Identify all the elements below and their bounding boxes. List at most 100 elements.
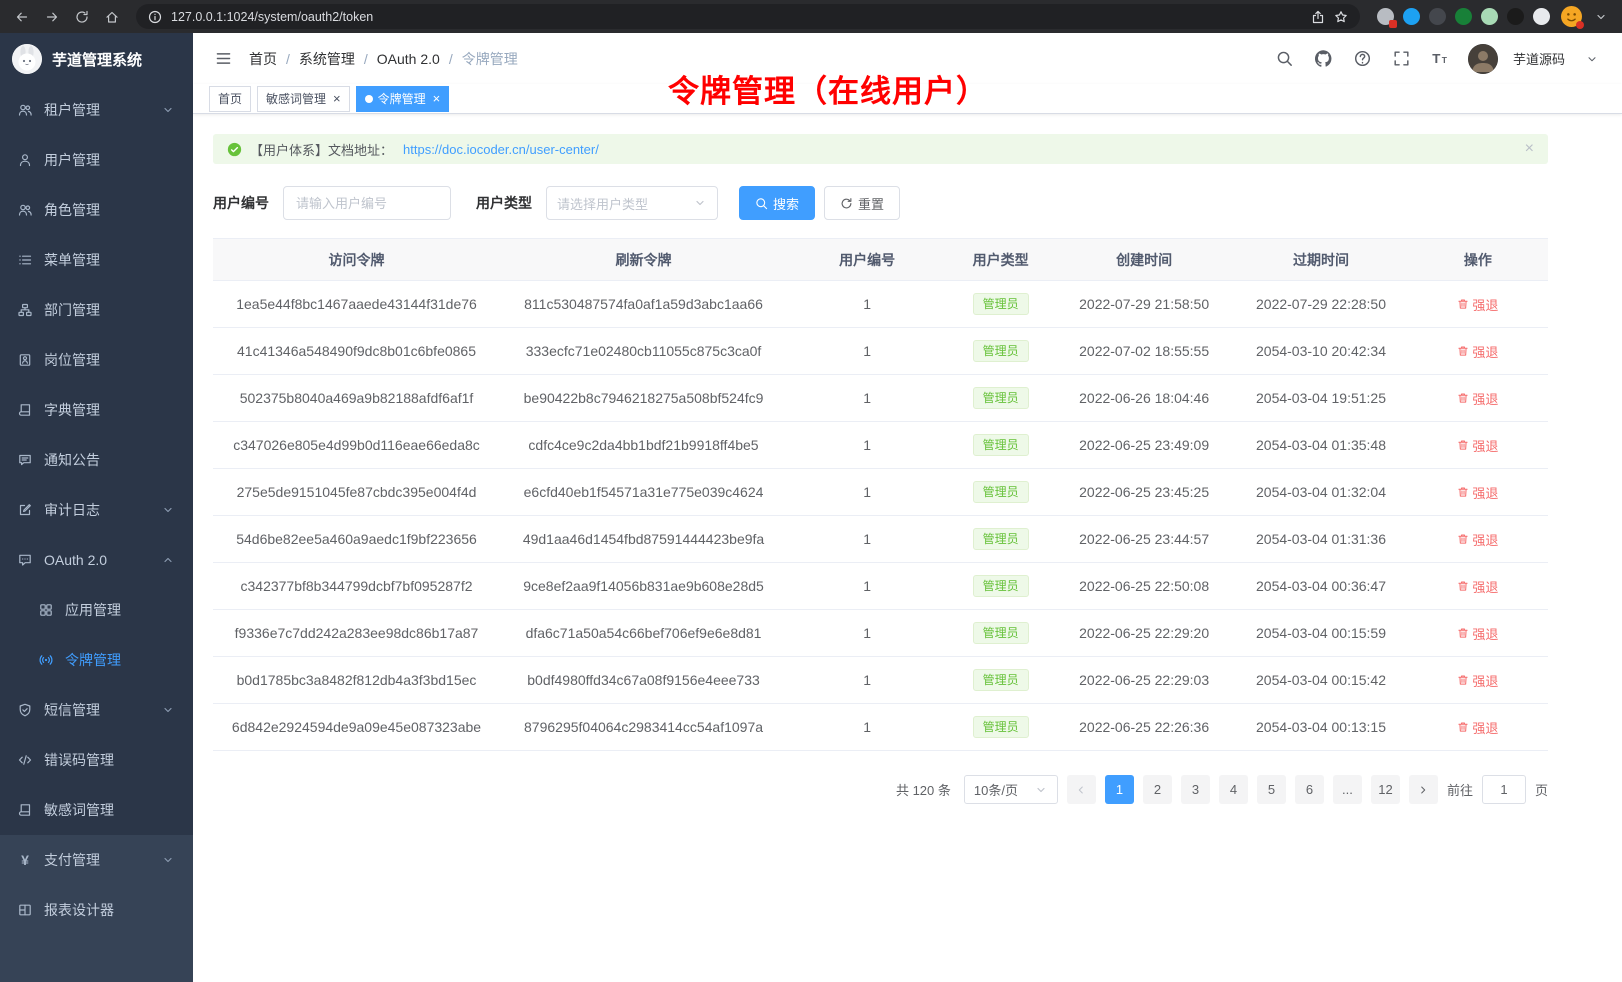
search-button[interactable]: 搜索: [739, 186, 815, 220]
user-type-tag: 管理员: [973, 340, 1029, 362]
tab-close-icon[interactable]: ×: [433, 92, 441, 105]
expires-at-cell: 2054-03-04 01:31:36: [1234, 516, 1408, 563]
browser-menu-caret-icon[interactable]: [1589, 5, 1612, 28]
alert-link[interactable]: https://doc.iocoder.cn/user-center/: [403, 142, 599, 157]
force-logout-button[interactable]: 强退: [1457, 671, 1498, 690]
extension-icon[interactable]: [1377, 8, 1394, 25]
sidebar-item-9[interactable]: OAuth 2.0: [0, 535, 193, 585]
sidebar-item-label: 用户管理: [44, 150, 100, 170]
fullscreen-icon[interactable]: [1390, 47, 1414, 71]
extension-icon[interactable]: [1403, 8, 1420, 25]
collapse-sidebar-icon[interactable]: [211, 47, 235, 71]
help-icon[interactable]: [1351, 47, 1375, 71]
extension-icon[interactable]: [1455, 8, 1472, 25]
bookmark-icon[interactable]: [1334, 10, 1348, 24]
reset-button[interactable]: 重置: [824, 186, 900, 220]
sidebar-item-4[interactable]: 部门管理: [0, 285, 193, 335]
created-at-cell: 2022-06-26 18:04:46: [1054, 375, 1234, 422]
sidebar-item-7[interactable]: 通知公告: [0, 435, 193, 485]
user-type-select[interactable]: 请选择用户类型: [546, 186, 718, 220]
sidebar-item-11[interactable]: 令牌管理: [0, 635, 193, 685]
action-cell: 强退: [1408, 704, 1548, 751]
sidebar-item-2[interactable]: 角色管理: [0, 185, 193, 235]
address-bar[interactable]: 127.0.0.1:1024/system/oauth2/token: [136, 4, 1360, 29]
sidebar-item-0[interactable]: 租户管理: [0, 85, 193, 135]
sidebar-item-16[interactable]: 报表设计器: [0, 885, 193, 935]
force-logout-button[interactable]: 强退: [1457, 718, 1498, 737]
force-logout-button[interactable]: 强退: [1457, 342, 1498, 361]
browser-back-icon[interactable]: [10, 5, 33, 28]
logo-avatar-icon: [12, 44, 42, 74]
page-button-1[interactable]: 1: [1105, 775, 1134, 804]
tab-2[interactable]: 令牌管理×: [356, 86, 450, 112]
created-at-cell: 2022-06-25 23:44:57: [1054, 516, 1234, 563]
app-logo[interactable]: 芋道管理系统: [0, 33, 193, 85]
extension-icon[interactable]: [1429, 8, 1446, 25]
sidebar-item-10[interactable]: 应用管理: [0, 585, 193, 635]
share-icon[interactable]: [1311, 10, 1325, 24]
sidebar-item-15[interactable]: ¥支付管理: [0, 835, 193, 885]
force-logout-button[interactable]: 强退: [1457, 624, 1498, 643]
action-cell: 强退: [1408, 516, 1548, 563]
extension-icon[interactable]: [1481, 8, 1498, 25]
page-button-2[interactable]: 2: [1143, 775, 1172, 804]
page-button-5[interactable]: 5: [1257, 775, 1286, 804]
page-size-select[interactable]: 10条/页: [964, 775, 1058, 804]
goto-page-input[interactable]: [1482, 775, 1526, 804]
prev-page-button[interactable]: [1067, 775, 1096, 804]
expires-at-cell: 2054-03-04 19:51:25: [1234, 375, 1408, 422]
edit-icon: [17, 503, 33, 517]
page-button-3[interactable]: 3: [1181, 775, 1210, 804]
alert-close-icon[interactable]: ×: [1525, 141, 1534, 157]
breadcrumb-item[interactable]: 首页: [249, 49, 277, 69]
tab-1[interactable]: 敏感词管理×: [257, 86, 350, 112]
sidebar-item-label: 短信管理: [44, 700, 100, 720]
user-type-tag: 管理员: [973, 716, 1029, 738]
page-button-6[interactable]: 6: [1295, 775, 1324, 804]
extension-icon[interactable]: [1533, 8, 1550, 25]
action-cell: 强退: [1408, 469, 1548, 516]
user-menu-caret-icon[interactable]: [1580, 47, 1604, 71]
font-size-icon[interactable]: TT: [1429, 47, 1453, 71]
access-token-cell: 1ea5e44f8bc1467aaede43144f31de76: [213, 281, 500, 328]
page-size-value: 10条/页: [974, 780, 1018, 799]
breadcrumb-item[interactable]: 系统管理: [299, 49, 355, 69]
sidebar-item-8[interactable]: 审计日志: [0, 485, 193, 535]
force-logout-button[interactable]: 强退: [1457, 530, 1498, 549]
refresh-token-cell: 9ce8ef2aa9f14056b831ae9b608e28d5: [500, 563, 787, 610]
sidebar-item-3[interactable]: 菜单管理: [0, 235, 193, 285]
sidebar-item-13[interactable]: 错误码管理: [0, 735, 193, 785]
extension-icon[interactable]: [1507, 8, 1524, 25]
sidebar-item-6[interactable]: 字典管理: [0, 385, 193, 435]
expires-at-cell: 2054-03-04 01:35:48: [1234, 422, 1408, 469]
browser-forward-icon[interactable]: [40, 5, 63, 28]
search-icon[interactable]: [1273, 47, 1297, 71]
page-button-4[interactable]: 4: [1219, 775, 1248, 804]
sidebar-item-1[interactable]: 用户管理: [0, 135, 193, 185]
next-page-button[interactable]: [1409, 775, 1438, 804]
force-logout-button[interactable]: 强退: [1457, 389, 1498, 408]
browser-home-icon[interactable]: [100, 5, 123, 28]
browser-reload-icon[interactable]: [70, 5, 93, 28]
force-logout-button[interactable]: 强退: [1457, 295, 1498, 314]
sidebar-item-12[interactable]: 短信管理: [0, 685, 193, 735]
sidebar-item-5[interactable]: 岗位管理: [0, 335, 193, 385]
force-logout-button[interactable]: 强退: [1457, 577, 1498, 596]
browser-profile-avatar[interactable]: [1561, 6, 1582, 27]
breadcrumb-item[interactable]: OAuth 2.0: [377, 51, 440, 67]
user-type-tag: 管理员: [973, 528, 1029, 550]
user-name[interactable]: 芋道源码: [1513, 49, 1565, 68]
force-logout-button[interactable]: 强退: [1457, 436, 1498, 455]
user-avatar[interactable]: [1468, 44, 1498, 74]
force-logout-button[interactable]: 强退: [1457, 483, 1498, 502]
page-ellipsis-button[interactable]: ...: [1333, 775, 1362, 804]
tab-close-icon[interactable]: ×: [333, 92, 341, 105]
user-id-input[interactable]: [283, 186, 451, 220]
tab-0[interactable]: 首页: [209, 86, 251, 112]
created-at-cell: 2022-06-25 23:45:25: [1054, 469, 1234, 516]
sidebar-item-14[interactable]: 敏感词管理: [0, 785, 193, 835]
github-icon[interactable]: [1312, 47, 1336, 71]
page-size-caret-icon: [1034, 783, 1048, 797]
site-info-icon[interactable]: [148, 10, 162, 24]
page-button-12[interactable]: 12: [1371, 775, 1400, 804]
